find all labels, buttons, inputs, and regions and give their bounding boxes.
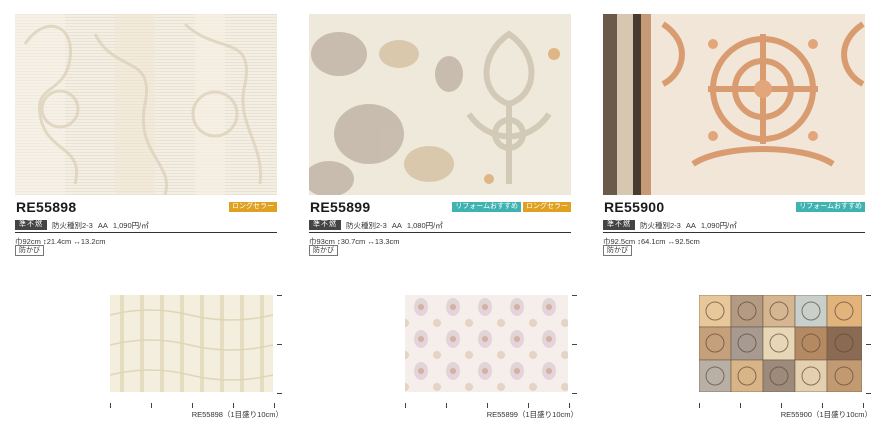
ruler-tick — [446, 403, 447, 408]
scale-sample-re55900: RE55900（1目盛り10cm） — [699, 290, 874, 420]
ruler-tick — [699, 403, 700, 408]
vertical-ruler — [866, 295, 871, 395]
vertical-repeat: ↕30.7cm — [336, 237, 366, 246]
price: 1,090円/㎡ — [112, 220, 149, 230]
quasi-noncombustible-tag: 準不燃 — [309, 220, 341, 230]
ruler-tick — [781, 403, 782, 408]
spec-line: 準不燃 防火種別2-3 AA 1,080円/㎡ — [309, 218, 571, 233]
ruler-tick — [277, 295, 282, 296]
scale-sample-re55898: RE55898（1目盛り10cm） — [110, 290, 285, 420]
ruler-tick — [405, 403, 406, 408]
ruler-tick — [866, 344, 871, 345]
vertical-ruler — [277, 295, 282, 395]
horizontal-ruler — [405, 403, 570, 408]
sample-caption: RE55898（1目盛り10cm） — [191, 410, 283, 419]
product-code: RE55899 — [310, 199, 371, 215]
fire-class: 防火種別2-3 — [640, 220, 681, 230]
badge-group: リフォームおすすめ — [796, 202, 865, 212]
ruler-tick — [822, 403, 823, 408]
long-seller-badge: ロングセラー — [229, 202, 277, 212]
spec-line: 準不燃 防火種別2-3 AA 1,090円/㎡ — [603, 218, 865, 233]
ruler-tick — [487, 403, 488, 408]
wallpaper-swatch-image — [309, 14, 571, 195]
ruler-tick — [572, 344, 577, 345]
product-code: RE55900 — [604, 199, 665, 215]
scale-sample-image — [110, 295, 273, 392]
price: 1,080円/㎡ — [406, 220, 443, 230]
fire-class: 防火種別2-3 — [52, 220, 93, 230]
mold-resistant-tag: 防かび — [15, 245, 44, 256]
mold-resistant-tag: 防かび — [603, 245, 632, 256]
price: 1,090円/㎡ — [700, 220, 737, 230]
spec-line: 準不燃 防火種別2-3 AA 1,090円/㎡ — [15, 218, 277, 233]
ruler-tick — [233, 403, 234, 408]
ruler-tick — [277, 344, 282, 345]
quasi-noncombustible-tag: 準不燃 — [603, 220, 635, 230]
grade: AA — [97, 220, 108, 230]
sample-caption: RE55899（1目盛り10cm） — [486, 410, 578, 419]
fire-class: 防火種別2-3 — [346, 220, 387, 230]
ruler-tick — [277, 393, 282, 394]
product-code: RE55898 — [16, 199, 77, 215]
ruler-tick — [866, 393, 871, 394]
ruler-tick — [572, 295, 577, 296]
ruler-tick — [866, 295, 871, 296]
wallpaper-swatch-image — [603, 14, 865, 195]
grade: AA — [685, 220, 696, 230]
ruler-tick — [572, 393, 577, 394]
ruler-tick — [740, 403, 741, 408]
sample-caption: RE55900（1目盛り10cm） — [780, 410, 872, 419]
long-seller-badge: ロングセラー — [523, 202, 571, 212]
vertical-repeat: ↕21.4cm — [42, 237, 72, 246]
horizontal-repeat: ↔13.2cm — [73, 237, 106, 246]
horizontal-ruler — [110, 403, 275, 408]
scale-sample-image — [699, 295, 862, 392]
horizontal-repeat: ↔92.5cm — [667, 237, 700, 246]
ruler-tick — [863, 403, 864, 408]
wallpaper-swatch-image — [15, 14, 277, 195]
scale-sample-image — [405, 295, 568, 392]
ruler-tick — [569, 403, 570, 408]
horizontal-ruler — [699, 403, 864, 408]
ruler-tick — [274, 403, 275, 408]
horizontal-repeat: ↔13.3cm — [367, 237, 400, 246]
grade: AA — [391, 220, 402, 230]
ruler-tick — [192, 403, 193, 408]
reform-recommended-badge: リフォームおすすめ — [796, 202, 865, 212]
vertical-repeat: ↕64.1cm — [637, 237, 666, 246]
badge-group: リフォームおすすめ ロングセラー — [452, 202, 571, 212]
reform-recommended-badge: リフォームおすすめ — [452, 202, 521, 212]
ruler-tick — [528, 403, 529, 408]
mold-resistant-tag: 防かび — [309, 245, 338, 256]
vertical-ruler — [572, 295, 577, 395]
badge-group: ロングセラー — [229, 202, 277, 212]
ruler-tick — [151, 403, 152, 408]
quasi-noncombustible-tag: 準不燃 — [15, 220, 47, 230]
ruler-tick — [110, 403, 111, 408]
scale-sample-re55899: RE55899（1目盛り10cm） — [405, 290, 580, 420]
